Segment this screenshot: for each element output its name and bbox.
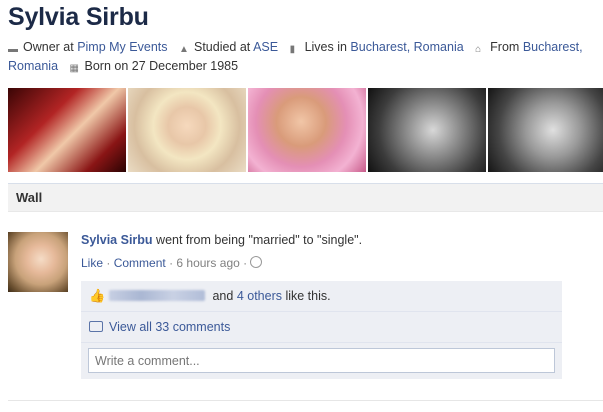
feedback-box: 👍 and 4 others like this. View all 33 co… (81, 281, 562, 379)
home-icon: ⌂ (475, 44, 482, 55)
story-body: went from being "married" to "single". (152, 233, 363, 247)
post-actions: Like · Comment · 6 hours ago · (81, 256, 263, 270)
likes-sentence: and 4 others like this. (109, 289, 331, 303)
work-link[interactable]: Pimp My Events (77, 40, 167, 54)
graduation-cap-icon: ▲ (178, 44, 189, 55)
avatar[interactable] (8, 232, 68, 292)
wall-header: Wall (8, 183, 603, 212)
wall-title: Wall (16, 190, 43, 205)
story-text: Sylvia Sirbu went from being "married" t… (81, 233, 601, 247)
calendar-icon: ▦ (69, 63, 79, 74)
comment-link[interactable]: Comment (114, 256, 166, 270)
timestamp[interactable]: 6 hours ago (176, 256, 239, 270)
comment-input[interactable]: Write a comment... (88, 348, 555, 373)
info-lives-in: ▮ Lives in Bucharest, Romania (289, 40, 464, 55)
blurred-names (109, 290, 205, 301)
briefcase-icon: ▬ (8, 44, 18, 55)
others-link[interactable]: 4 others (237, 289, 282, 303)
profile-photo-3[interactable] (248, 88, 366, 172)
profile-photo-2[interactable] (128, 88, 246, 172)
profile-photo-5[interactable] (488, 88, 603, 172)
view-comments-row[interactable]: View all 33 comments (81, 312, 562, 343)
location-icon: ▮ (289, 44, 296, 55)
view-all-comments-link[interactable]: View all 33 comments (109, 320, 230, 334)
profile-photo-4[interactable] (368, 88, 486, 172)
profile-name: Sylvia Sirbu (8, 3, 149, 31)
likes-row: 👍 and 4 others like this. (81, 281, 562, 312)
education-link[interactable]: ASE (253, 40, 278, 54)
info-education: ▲ Studied at ASE (178, 40, 279, 55)
actor-link[interactable]: Sylvia Sirbu (81, 233, 153, 247)
profile-info: ▬ Owner at Pimp My Events ▲ Studied at ASE… (8, 38, 600, 76)
profile-photo-1[interactable] (8, 88, 126, 172)
divider (8, 400, 603, 401)
lives-in-link[interactable]: Bucharest, Romania (350, 40, 463, 54)
info-work: ▬ Owner at Pimp My Events (8, 40, 168, 55)
comment-bubble-icon (89, 321, 103, 332)
comment-composer: Write a comment... (81, 343, 562, 379)
thumbs-up-icon: 👍 (89, 288, 106, 303)
photo-strip (8, 88, 603, 172)
info-birthday: ▦ Born on 27 December 1985 (69, 59, 239, 74)
globe-icon (250, 256, 263, 268)
like-link[interactable]: Like (81, 256, 103, 270)
